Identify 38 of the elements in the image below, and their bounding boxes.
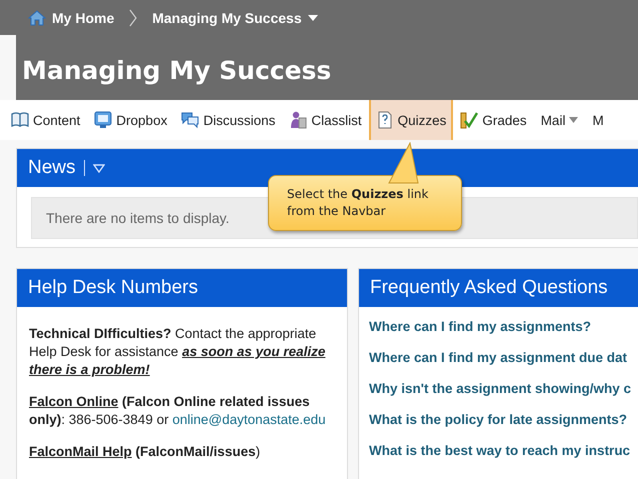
faq-link[interactable]: Where can I find my assignments? bbox=[369, 317, 592, 336]
course-title: Managing My Success bbox=[22, 56, 332, 85]
course-link[interactable]: Managing My Success bbox=[152, 10, 318, 26]
dropdown-icon[interactable] bbox=[92, 164, 105, 172]
navbar-link[interactable]: Content bbox=[4, 101, 88, 139]
navbar-link[interactable]: Discussions bbox=[174, 101, 282, 139]
help-text: Technical DIfficulties? Contact the appropriate Help Desk for assistance as soon as you realize there is a problem! bbox=[29, 325, 326, 379]
navbar-link[interactable]: Classlist bbox=[282, 101, 369, 139]
faq-link[interactable]: Why isn't the assignment showing/why c bbox=[369, 379, 631, 398]
home-icon bbox=[28, 10, 46, 26]
caret-icon bbox=[308, 14, 318, 20]
faq-link[interactable]: Where can I find my assignment due dat bbox=[369, 348, 628, 367]
callout-pointer bbox=[388, 142, 419, 184]
chevron-icon bbox=[128, 8, 138, 26]
callout: Select the Quizzes link from the Navbar bbox=[268, 175, 462, 231]
help-link[interactable]: FalconMail Help bbox=[29, 444, 132, 459]
email-link[interactable]: online@daytonastate.edu bbox=[172, 412, 326, 427]
navbar-link[interactable]: Quizzes bbox=[368, 100, 454, 140]
faq-link[interactable]: What is the best way to reach my instruc bbox=[369, 441, 630, 460]
speech-bubbles-icon bbox=[181, 111, 200, 129]
caret-icon bbox=[569, 117, 578, 123]
help-link[interactable]: Falcon Online bbox=[29, 394, 118, 409]
navbar-link[interactable]: M bbox=[585, 101, 611, 139]
navbar-link[interactable]: Dropbox bbox=[87, 101, 174, 139]
panel-title: News bbox=[28, 157, 76, 179]
navbar-link[interactable]: Mail bbox=[534, 101, 586, 139]
ruler-check-icon bbox=[460, 111, 478, 129]
faq-link[interactable]: What is the policy for late assignments? bbox=[369, 410, 628, 429]
panel-title: Help Desk Numbers bbox=[28, 277, 198, 299]
panel-title: Frequently Asked Questions bbox=[370, 277, 608, 299]
monitor-icon bbox=[94, 111, 112, 129]
help-text: Falcon Online (Falcon Online related issues only): 386-506-3849 or online@daytonastate.edu bbox=[29, 393, 327, 429]
navbar-link[interactable]: Grades bbox=[453, 101, 534, 139]
person-icon bbox=[289, 111, 308, 129]
book-icon bbox=[11, 111, 29, 129]
question-document-icon bbox=[376, 111, 394, 129]
home-link[interactable]: My Home bbox=[28, 10, 114, 26]
help-text: FalconMail Help (FalconMail/issues) bbox=[29, 443, 262, 461]
